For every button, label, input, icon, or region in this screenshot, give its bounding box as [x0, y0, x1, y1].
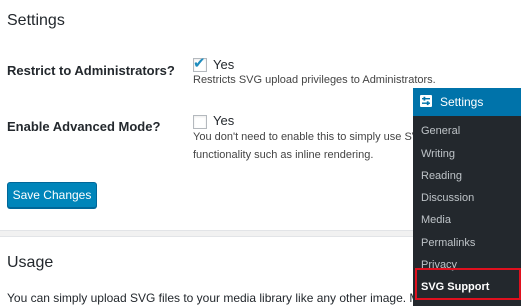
- restrict-admins-option: Yes: [213, 57, 235, 72]
- advanced-mode-description-line2: functionality such as inline rendering.: [193, 149, 374, 161]
- usage-text: You can simply upload SVG files to your …: [7, 291, 433, 305]
- advanced-mode-checkbox[interactable]: [193, 115, 207, 129]
- usage-heading: Usage: [7, 254, 54, 271]
- advanced-mode-description-line1: You don't need to enable this to simply …: [193, 131, 428, 143]
- advanced-mode-option: Yes: [213, 113, 235, 128]
- highlight-box: [415, 268, 521, 300]
- settings-sliders-icon: [420, 95, 432, 107]
- submenu-header[interactable]: Settings: [413, 88, 521, 116]
- restrict-admins-label: Restrict to Administrators?: [7, 63, 175, 78]
- settings-heading: Settings: [7, 12, 65, 29]
- advanced-mode-label: Enable Advanced Mode?: [7, 119, 161, 134]
- save-changes-button[interactable]: Save Changes: [7, 182, 97, 208]
- submenu-item-general[interactable]: General: [421, 125, 460, 137]
- submenu-item-media[interactable]: Media: [421, 214, 451, 226]
- restrict-admins-description: Restricts SVG upload privileges to Admin…: [193, 74, 436, 86]
- submenu-item-discussion[interactable]: Discussion: [421, 192, 474, 204]
- submenu-item-permalinks[interactable]: Permalinks: [421, 237, 475, 249]
- submenu-title: Settings: [440, 95, 484, 109]
- submenu-item-reading[interactable]: Reading: [421, 170, 462, 182]
- checkmark-icon: ✔: [193, 55, 206, 72]
- submenu-item-writing[interactable]: Writing: [421, 148, 455, 160]
- restrict-admins-checkbox[interactable]: ✔: [193, 55, 207, 72]
